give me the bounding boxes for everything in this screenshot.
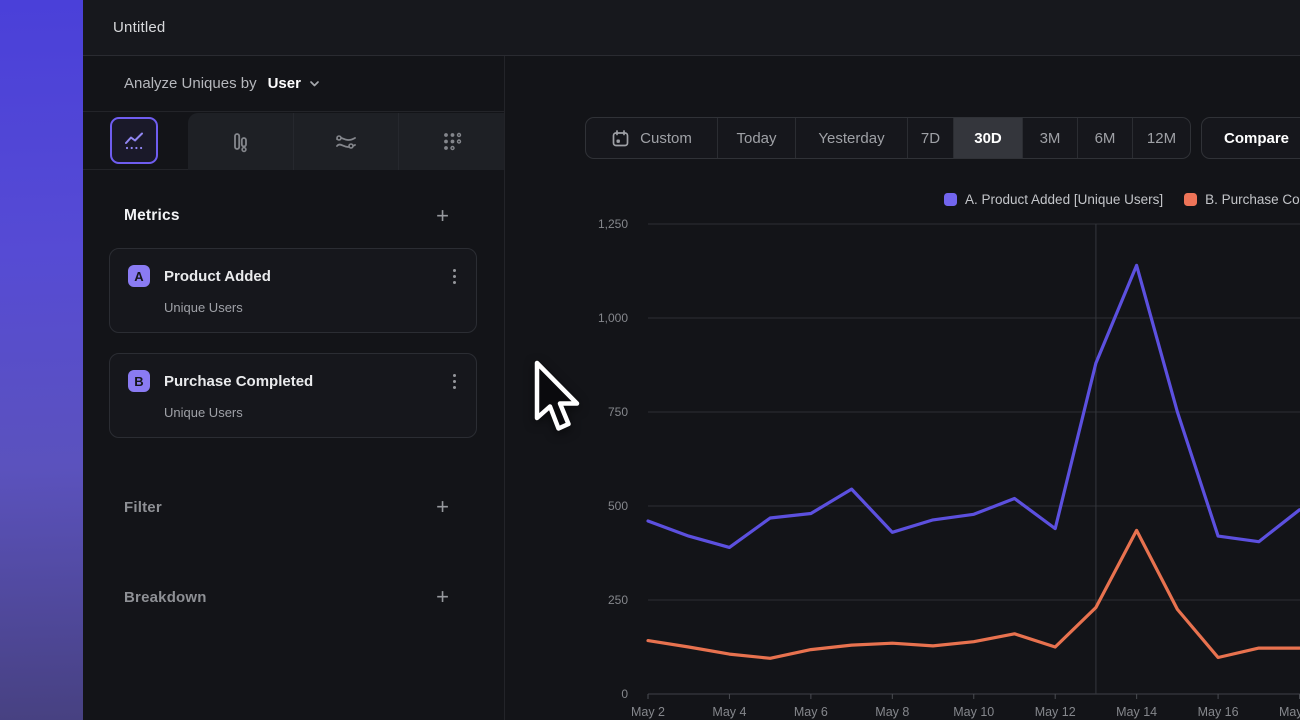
metrics-header: Metrics +: [83, 206, 504, 226]
svg-text:May 4: May 4: [712, 705, 746, 719]
query-builder-sidebar: Analyze Uniques by User: [83, 56, 505, 720]
add-metric-button[interactable]: +: [436, 206, 449, 226]
analyze-label: Analyze Uniques by: [124, 75, 257, 92]
svg-text:May 2: May 2: [631, 705, 665, 719]
filter-title: Filter: [124, 499, 162, 516]
metrics-title: Metrics: [124, 207, 180, 225]
tab-flow-chart[interactable]: [293, 113, 399, 170]
metric-name[interactable]: Purchase Completed: [164, 373, 449, 390]
analyze-unit-dropdown[interactable]: User: [268, 75, 301, 92]
metrics-list: A Product Added Unique Users B Purchase Comp…: [83, 248, 504, 438]
svg-text:250: 250: [608, 593, 628, 607]
svg-text:750: 750: [608, 405, 628, 419]
metric-letter-badge: A: [128, 265, 150, 287]
tab-line-chart[interactable]: [110, 117, 158, 164]
breakdown-section[interactable]: Breakdown +: [83, 587, 504, 607]
svg-text:May 12: May 12: [1035, 705, 1076, 719]
chart-type-tabs: [83, 112, 504, 170]
add-filter-button[interactable]: +: [436, 497, 449, 517]
svg-text:May 8: May 8: [875, 705, 909, 719]
svg-text:May 16: May 16: [1198, 705, 1239, 719]
metric-name[interactable]: Product Added: [164, 268, 449, 285]
metric-letter-badge: B: [128, 370, 150, 392]
svg-text:1,000: 1,000: [598, 311, 628, 325]
breakdown-title: Breakdown: [124, 589, 207, 606]
metric-card[interactable]: A Product Added Unique Users: [109, 248, 477, 333]
svg-text:May 6: May 6: [794, 705, 828, 719]
line-chart-icon: [122, 129, 146, 153]
svg-text:May 18: May 18: [1279, 705, 1300, 719]
svg-text:500: 500: [608, 499, 628, 513]
filter-section[interactable]: Filter +: [83, 497, 504, 517]
metric-card[interactable]: B Purchase Completed Unique Users: [109, 353, 477, 438]
bar-chart-icon: [227, 129, 253, 155]
analyze-row: Analyze Uniques by User: [83, 56, 504, 112]
add-breakdown-button[interactable]: +: [436, 587, 449, 607]
svg-text:May 14: May 14: [1116, 705, 1157, 719]
svg-text:1,250: 1,250: [598, 217, 628, 231]
kebab-menu-icon[interactable]: [449, 372, 460, 391]
line-chart[interactable]: 0 250 500 750 1,000 1,250 May 2 May 4 May 6 May 8…: [505, 56, 1300, 720]
app-window: Untitled Analyze Uniques by User: [0, 0, 1300, 720]
svg-text:0: 0: [621, 687, 628, 701]
metric-measurement[interactable]: Unique Users: [164, 405, 460, 420]
report-title[interactable]: Untitled: [113, 19, 165, 36]
background-gradient: [0, 0, 83, 720]
top-bar: Untitled: [83, 0, 1300, 56]
tab-dots-grid[interactable]: [398, 113, 504, 170]
svg-text:May 10: May 10: [953, 705, 994, 719]
dots-grid-icon: [439, 129, 465, 155]
flow-chart-icon: [332, 128, 360, 156]
app-panel: Untitled Analyze Uniques by User: [83, 0, 1300, 720]
chart-panel: CustomTodayYesterday7D30D3M6M12M Compare…: [505, 56, 1300, 720]
kebab-menu-icon[interactable]: [449, 267, 460, 286]
chart-type-tab-group: [188, 113, 504, 170]
tab-bar-chart[interactable]: [188, 113, 293, 170]
chevron-down-icon[interactable]: [308, 77, 321, 90]
metric-measurement[interactable]: Unique Users: [164, 300, 460, 315]
